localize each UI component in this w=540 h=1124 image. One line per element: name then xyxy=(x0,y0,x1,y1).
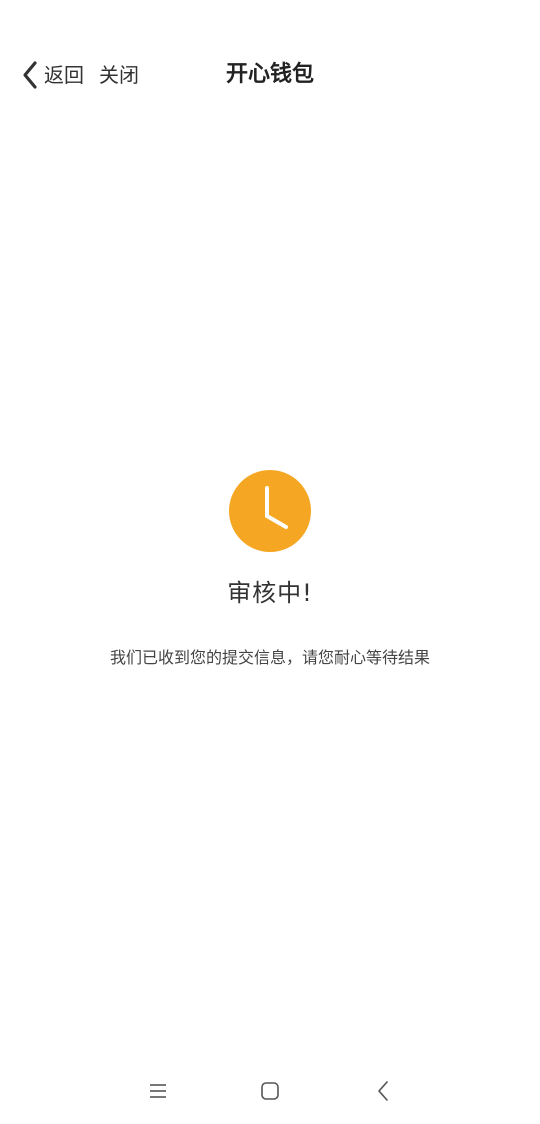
back-nav-icon[interactable] xyxy=(370,1078,396,1104)
system-nav-bar xyxy=(0,1066,540,1116)
clock-icon xyxy=(229,470,311,552)
home-icon[interactable] xyxy=(257,1078,283,1104)
status-title: 审核中! xyxy=(227,579,313,607)
status-description: 我们已收到您的提交信息，请您耐心等待结果 xyxy=(109,648,430,667)
menu-icon[interactable] xyxy=(145,1078,171,1104)
header: 返回 关闭 开心钱包 xyxy=(0,46,540,104)
page: 返回 关闭 开心钱包 审核中! 我们已收到您的提交信息，请您耐心等待结果 xyxy=(0,0,540,1124)
page-title: 开心钱包 xyxy=(225,62,314,87)
